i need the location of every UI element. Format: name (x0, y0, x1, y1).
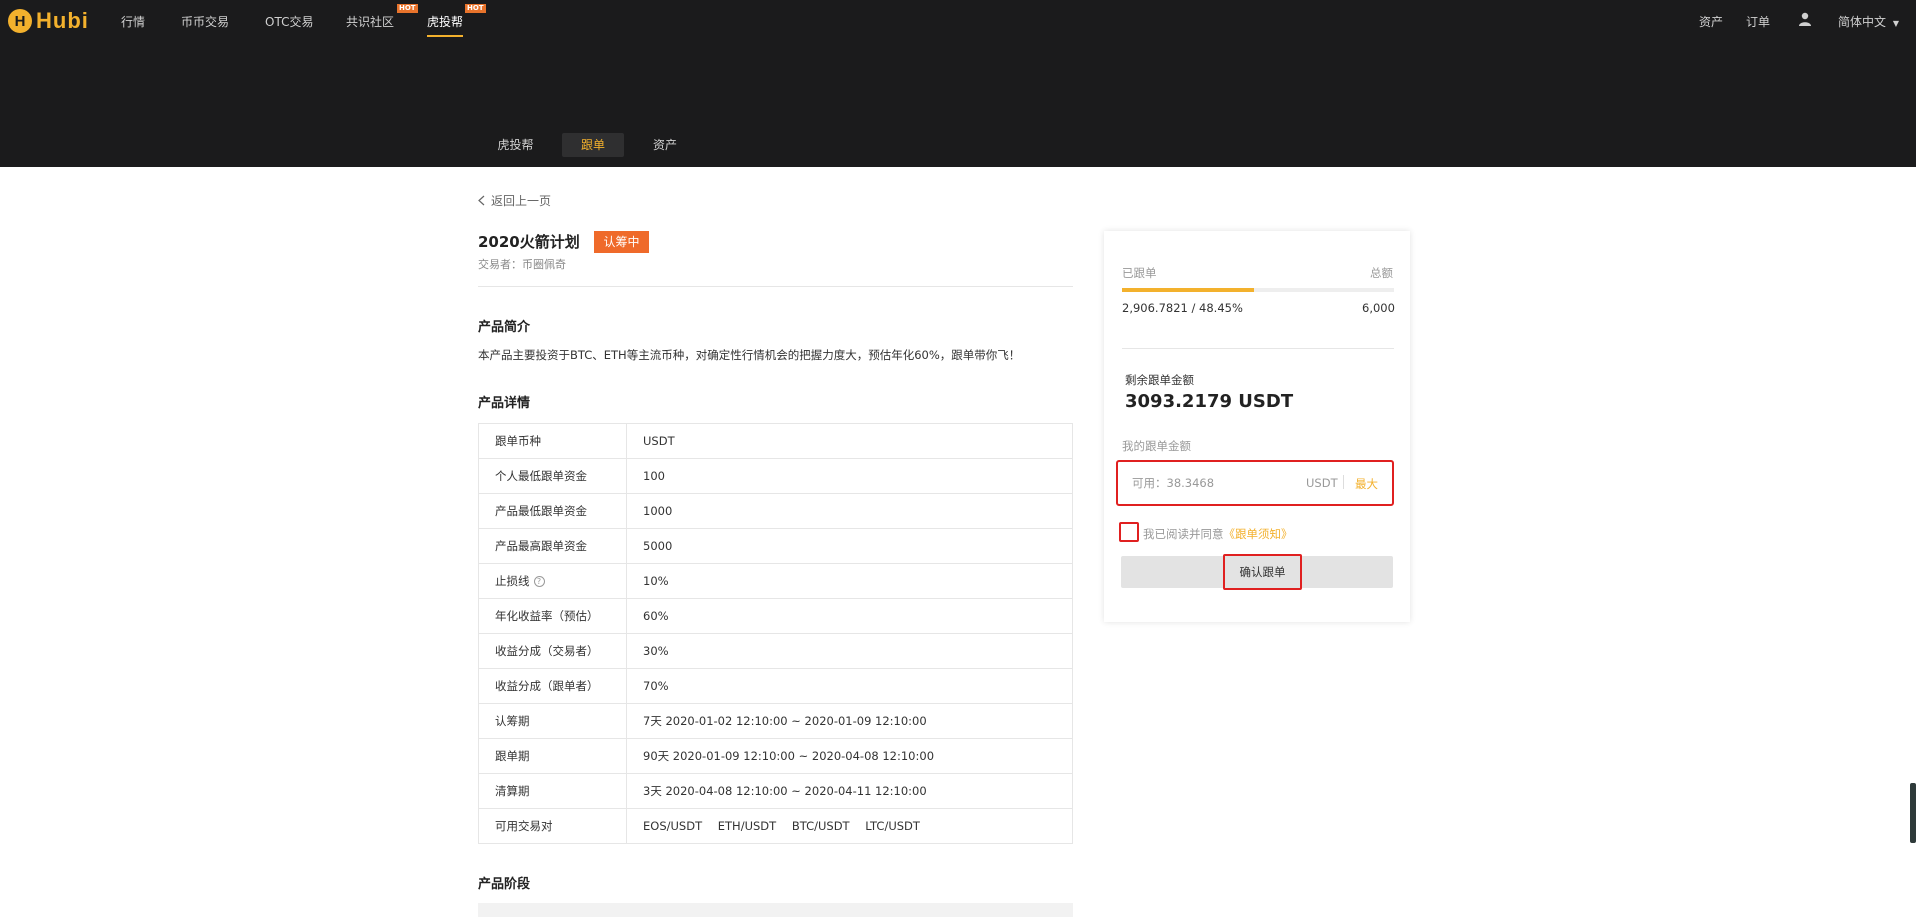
nav-otc-trading[interactable]: OTC交易 (265, 13, 313, 30)
back-link[interactable]: 返回上一页 (478, 192, 551, 209)
divider (1122, 348, 1394, 349)
agree-checkbox[interactable] (1119, 522, 1139, 542)
detail-key: 产品最低跟单资金 (478, 493, 627, 529)
follow-progress-fill (1122, 288, 1254, 292)
nav-assets[interactable]: 资产 (1699, 13, 1723, 30)
table-row: 可用交易对 EOS/USDT ETH/USDT BTC/USDT LTC/USD… (478, 808, 1073, 844)
detail-key: 止损线 (495, 574, 530, 588)
detail-value: 10% (626, 563, 1073, 599)
hot-badge: HOT (397, 4, 418, 13)
status-badge: 认筹中 (594, 231, 649, 253)
remaining-value: 3093.2179 USDT (1125, 391, 1294, 412)
detail-key: 年化收益率（预估） (478, 598, 627, 634)
table-row: 跟单期 90天 2020-01-09 12:10:00 ~ 2020-04-08… (478, 738, 1073, 774)
table-row: 清算期 3天 2020-04-08 12:10:00 ~ 2020-04-11 … (478, 773, 1073, 809)
detail-value: 1000 (626, 493, 1073, 529)
language-select[interactable]: 简体中文 ▼ (1838, 13, 1899, 30)
table-row: 收益分成（交易者） 30% (478, 633, 1073, 669)
divider (478, 286, 1073, 287)
chevron-left-icon (478, 195, 485, 206)
user-icon[interactable] (1798, 12, 1812, 26)
remaining-label: 剩余跟单金额 (1125, 373, 1194, 387)
detail-key: 收益分成（交易者） (478, 633, 627, 669)
agree-text: 我已阅读并同意《跟单须知》 (1143, 526, 1293, 542)
max-button[interactable]: 最大 (1355, 476, 1378, 492)
active-nav-indicator (427, 35, 463, 37)
separator (1343, 475, 1344, 489)
details-heading: 产品详情 (478, 396, 531, 411)
trading-pair: LTC/USDT (865, 819, 920, 833)
followed-label: 已跟单 (1122, 266, 1157, 280)
detail-key: 清算期 (478, 773, 627, 809)
follow-order-card: 已跟单 总额 2,906.7821 / 48.45% 6,000 剩余跟单金额 … (1104, 231, 1410, 622)
top-header: H Hubi 行情 币币交易 OTC交易 共识社区 HOT 虎投帮 HOT 资产… (0, 0, 1916, 167)
detail-value: 30% (626, 633, 1073, 669)
nav-community[interactable]: 共识社区 (346, 13, 394, 30)
detail-value: 100 (626, 458, 1073, 494)
tab-assets[interactable]: 资产 (644, 133, 686, 157)
trading-pair: EOS/USDT (643, 819, 703, 833)
table-row: 跟单币种 USDT (478, 423, 1073, 459)
logo-text: Hubi (36, 8, 89, 33)
amount-field[interactable]: USDT 最大 (1116, 460, 1394, 506)
detail-key: 认筹期 (478, 703, 627, 739)
nav-spot-trading[interactable]: 币币交易 (181, 13, 229, 30)
agree-label: 我已阅读并同意 (1143, 527, 1224, 541)
tab-hutoubang[interactable]: 虎投帮 (488, 133, 543, 157)
details-table: 跟单币种 USDT 个人最低跟单资金 100 产品最低跟单资金 1000 产品最… (478, 423, 1073, 844)
language-label: 简体中文 (1838, 15, 1887, 29)
table-row: 止损线? 10% (478, 563, 1073, 599)
side-scroll-handle[interactable] (1910, 783, 1916, 843)
detail-key: 跟单币种 (478, 423, 627, 459)
question-icon[interactable]: ? (533, 576, 545, 587)
detail-key: 产品最高跟单资金 (478, 528, 627, 564)
terms-link[interactable]: 《跟单须知》 (1224, 527, 1293, 541)
detail-value: 90天 2020-01-09 12:10:00 ~ 2020-04-08 12:… (626, 738, 1073, 774)
chevron-down-icon: ▼ (1892, 19, 1899, 28)
nav-hutoubang[interactable]: 虎投帮 (427, 13, 463, 30)
stage-panel (478, 903, 1073, 917)
total-value: 6,000 (1362, 301, 1395, 315)
table-row: 年化收益率（预估） 60% (478, 598, 1073, 634)
detail-key: 收益分成（跟单者） (478, 668, 627, 704)
detail-value: 60% (626, 598, 1073, 634)
intro-heading: 产品简介 (478, 320, 531, 335)
hot-badge: HOT (465, 4, 486, 13)
detail-key: 跟单期 (478, 738, 627, 774)
my-amount-label: 我的跟单金额 (1122, 439, 1191, 453)
table-row: 产品最高跟单资金 5000 (478, 528, 1073, 564)
detail-key: 个人最低跟单资金 (478, 458, 627, 494)
trading-pairs: EOS/USDT ETH/USDT BTC/USDT LTC/USDT (626, 808, 1073, 844)
intro-text: 本产品主要投资于BTC、ETH等主流币种，对确定性行情机会的把握力度大，预估年化… (478, 348, 1021, 362)
stage-heading: 产品阶段 (478, 877, 531, 892)
followed-value: 2,906.7821 / 48.45% (1122, 301, 1243, 315)
total-label: 总额 (1370, 266, 1393, 280)
detail-value: 70% (626, 668, 1073, 704)
detail-value: USDT (626, 423, 1073, 459)
trader-name: 交易者：币圈佩奇 (478, 258, 566, 271)
detail-key: 可用交易对 (478, 808, 627, 844)
page-title: 2020火箭计划 (478, 233, 580, 251)
logo-mark-icon: H (8, 9, 32, 33)
confirm-follow-button[interactable]: 确认跟单 (1223, 554, 1302, 590)
table-row: 认筹期 7天 2020-01-02 12:10:00 ~ 2020-01-09 … (478, 703, 1073, 739)
detail-value: 5000 (626, 528, 1073, 564)
detail-key-cell: 止损线? (478, 563, 627, 599)
table-row: 个人最低跟单资金 100 (478, 458, 1073, 494)
trading-pair: BTC/USDT (791, 819, 850, 833)
unit-label: USDT (1306, 476, 1338, 490)
back-label: 返回上一页 (491, 194, 552, 208)
hubi-logo[interactable]: H Hubi (8, 8, 89, 34)
follow-progress-bar (1122, 288, 1394, 292)
table-row: 产品最低跟单资金 1000 (478, 493, 1073, 529)
detail-value: 3天 2020-04-08 12:10:00 ~ 2020-04-11 12:1… (626, 773, 1073, 809)
nav-market[interactable]: 行情 (121, 13, 145, 30)
nav-orders[interactable]: 订单 (1746, 13, 1770, 30)
trading-pair: ETH/USDT (717, 819, 777, 833)
tab-follow-order[interactable]: 跟单 (562, 133, 624, 157)
amount-input[interactable] (1132, 474, 1282, 492)
detail-value: 7天 2020-01-02 12:10:00 ~ 2020-01-09 12:1… (626, 703, 1073, 739)
table-row: 收益分成（跟单者） 70% (478, 668, 1073, 704)
